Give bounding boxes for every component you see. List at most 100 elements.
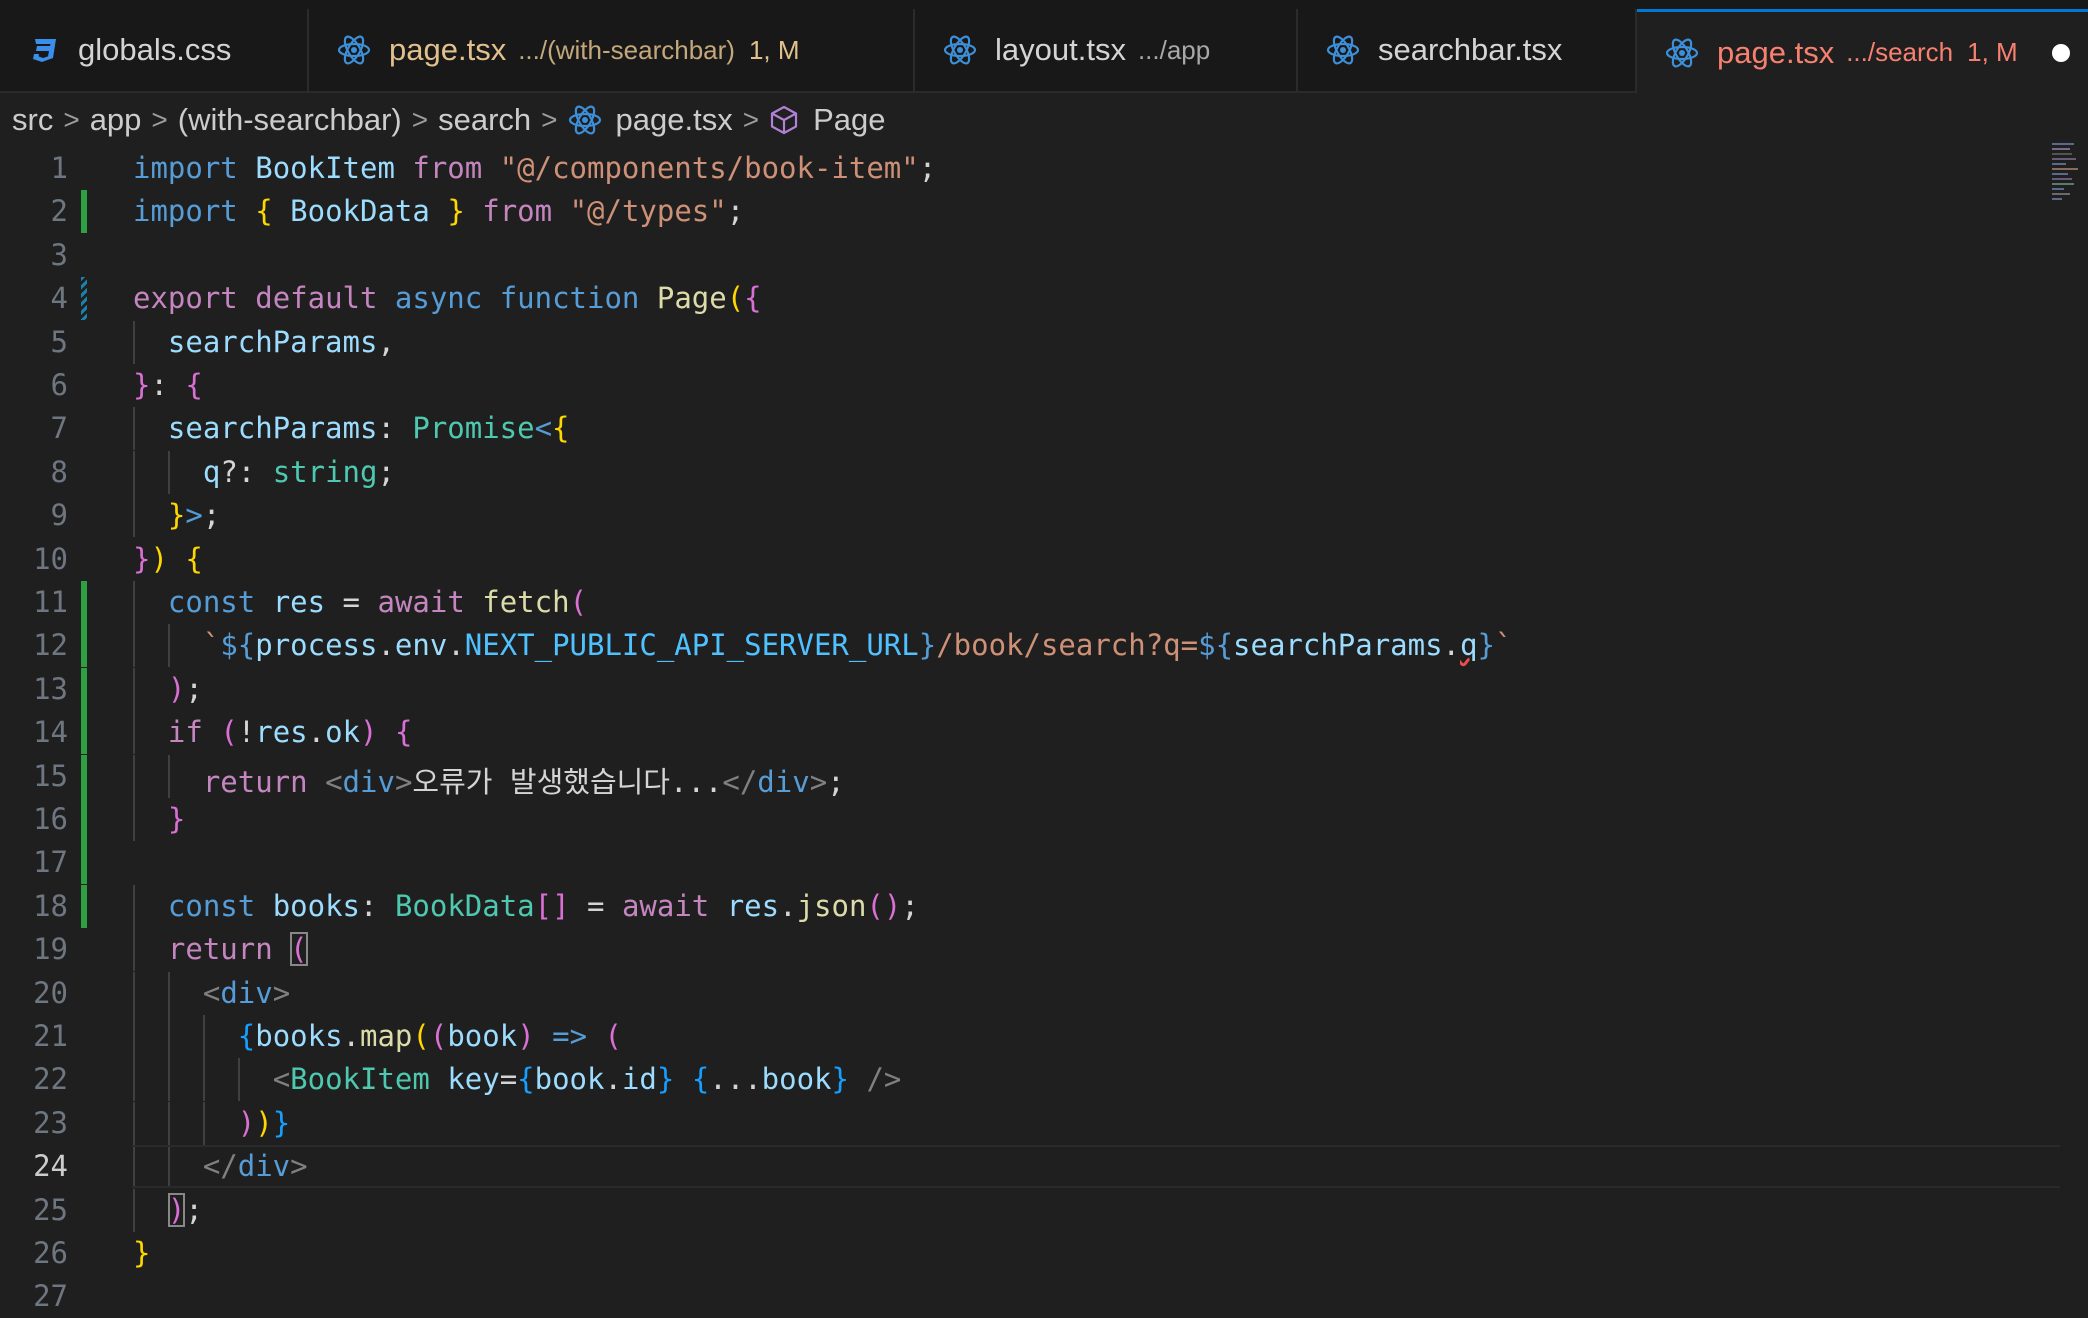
tab-searchbar-tsx[interactable]: searchbar.tsx [1298, 9, 1637, 93]
code-token: } [272, 1105, 291, 1140]
code-text: q?: string; [133, 455, 395, 489]
code-line[interactable]: 8 q?: string; [0, 450, 2060, 494]
code-line[interactable]: 5 searchParams, [0, 320, 2060, 364]
code-line[interactable]: 21 {books.map((book) => ( [0, 1015, 2060, 1058]
gutter-added-marker[interactable] [81, 841, 87, 885]
code-text: import BookItem from "@/components/book-… [133, 151, 936, 185]
code-token: res [726, 888, 780, 923]
code-token: from [482, 194, 553, 229]
code-line[interactable]: 23 ))} [0, 1101, 2060, 1145]
code-text: searchParams, [133, 325, 395, 359]
gutter-added-marker[interactable] [81, 667, 87, 711]
line-number: 14 [33, 715, 68, 750]
gutter-added-marker[interactable] [81, 581, 87, 624]
minimap[interactable] [2052, 143, 2080, 253]
tab-page-tsx-with-searchbar[interactable]: page.tsx .../(with-searchbar) 1, M [309, 9, 915, 93]
code-line[interactable]: 26} [0, 1232, 2060, 1275]
gutter-modified-marker[interactable] [81, 277, 87, 321]
breadcrumb-item[interactable]: Page [813, 102, 885, 138]
code-line[interactable]: 7 searchParams: Promise<{ [0, 407, 2060, 451]
code-token: if [167, 715, 203, 750]
code-token: export [133, 281, 238, 316]
code-token: ) [517, 1019, 535, 1053]
code-editor[interactable]: 1 import BookItem from "@/components/book… [0, 147, 2088, 1313]
tab-label: page.tsx [1717, 34, 1835, 70]
code-token: env [394, 628, 448, 663]
code-line[interactable]: 12 `${process.env.NEXT_PUBLIC_API_SERVER… [0, 624, 2060, 668]
breadcrumb-item[interactable]: search [438, 102, 531, 138]
code-line[interactable]: 4 export default async function Page({ [0, 277, 2060, 321]
code-line[interactable]: 1 import BookItem from "@/components/book… [0, 147, 2060, 190]
code-token: > [185, 498, 203, 533]
code-token: await [621, 888, 710, 923]
line-number: 4 [50, 281, 68, 316]
line-number: 27 [33, 1279, 68, 1314]
code-line[interactable]: 17 [0, 841, 2060, 885]
breadcrumb-item[interactable]: (with-searchbar) [178, 102, 402, 138]
code-token: } [133, 368, 151, 402]
breadcrumb-item[interactable]: app [90, 102, 142, 138]
code-token: { [255, 194, 273, 229]
code-line[interactable]: 24 </div> [0, 1145, 2060, 1189]
editor-tab-bar: globals.css page.tsx .../(with-searchbar… [0, 0, 2088, 93]
code-token: . [307, 715, 326, 750]
code-token: : [150, 368, 186, 402]
code-text: ))} [133, 1106, 290, 1140]
code-token: ${ [1198, 628, 1234, 663]
code-line[interactable]: 20 <div> [0, 971, 2060, 1015]
code-line[interactable]: 25 ); [0, 1188, 2060, 1232]
code-line[interactable]: 13 ); [0, 667, 2060, 711]
code-line[interactable]: 27 [0, 1275, 2060, 1318]
code-line[interactable]: 9 }>; [0, 494, 2060, 538]
line-number: 2 [50, 194, 68, 229]
code-line[interactable]: 18 const books: BookData[] = await res.j… [0, 884, 2060, 928]
code-line[interactable]: 15 return <div>오류가 발생했습니다...</div>; [0, 754, 2060, 799]
tab-globals-css[interactable]: globals.css [0, 9, 309, 93]
code-token: : [377, 411, 413, 446]
gutter-added-marker[interactable] [81, 711, 87, 755]
code-line[interactable]: 16 } [0, 798, 2060, 841]
chevron-right-icon: > [742, 104, 760, 135]
code-line[interactable]: 14 if (!res.ok) { [0, 711, 2060, 755]
line-number: 20 [33, 975, 68, 1010]
gutter-added-marker[interactable] [81, 190, 87, 234]
breadcrumb-item[interactable]: src [12, 102, 53, 138]
code-token: 오류가 발생했습니다... [412, 764, 723, 799]
gutter-added-marker[interactable] [81, 624, 87, 668]
unsaved-dot-icon[interactable] [2051, 43, 2070, 62]
code-line[interactable]: 2 import { BookData } from "@/types"; [0, 190, 2060, 234]
code-line[interactable]: 10}) { [0, 538, 2060, 581]
code-token: ( [220, 715, 238, 750]
code-line[interactable]: 3 [0, 234, 2060, 277]
tab-layout-tsx[interactable]: layout.tsx .../app [915, 9, 1298, 93]
code-text: `${process.env.NEXT_PUBLIC_API_SERVER_UR… [133, 628, 1513, 663]
gutter-added-marker[interactable] [81, 754, 87, 798]
code-line[interactable]: 6}: { [0, 364, 2060, 407]
code-token: ; [377, 454, 395, 489]
code-token: : [360, 888, 395, 923]
tab-page-tsx-search[interactable]: page.tsx .../search 1, M [1637, 9, 2088, 93]
react-icon [1665, 36, 1699, 70]
code-token: > [290, 1149, 308, 1184]
code-line[interactable]: 11 const res = await fetch( [0, 581, 2060, 624]
code-token: BookItem [255, 151, 395, 185]
code-text: const books: BookData[] = await res.json… [133, 889, 919, 923]
code-token: ; [185, 1192, 203, 1227]
code-token: res [272, 585, 326, 619]
code-token: id [621, 1062, 657, 1097]
gutter-added-marker[interactable] [81, 798, 87, 841]
code-line[interactable]: 19 return ( [0, 928, 2060, 972]
code-token: . [1442, 628, 1461, 663]
breadcrumb-item[interactable]: page.tsx [616, 102, 733, 138]
code-token: const [167, 585, 256, 619]
gutter-added-marker[interactable] [81, 884, 87, 928]
code-token: } [918, 628, 937, 663]
code-line[interactable]: 22 <BookItem key={book.id} {...book} /> [0, 1058, 2060, 1102]
